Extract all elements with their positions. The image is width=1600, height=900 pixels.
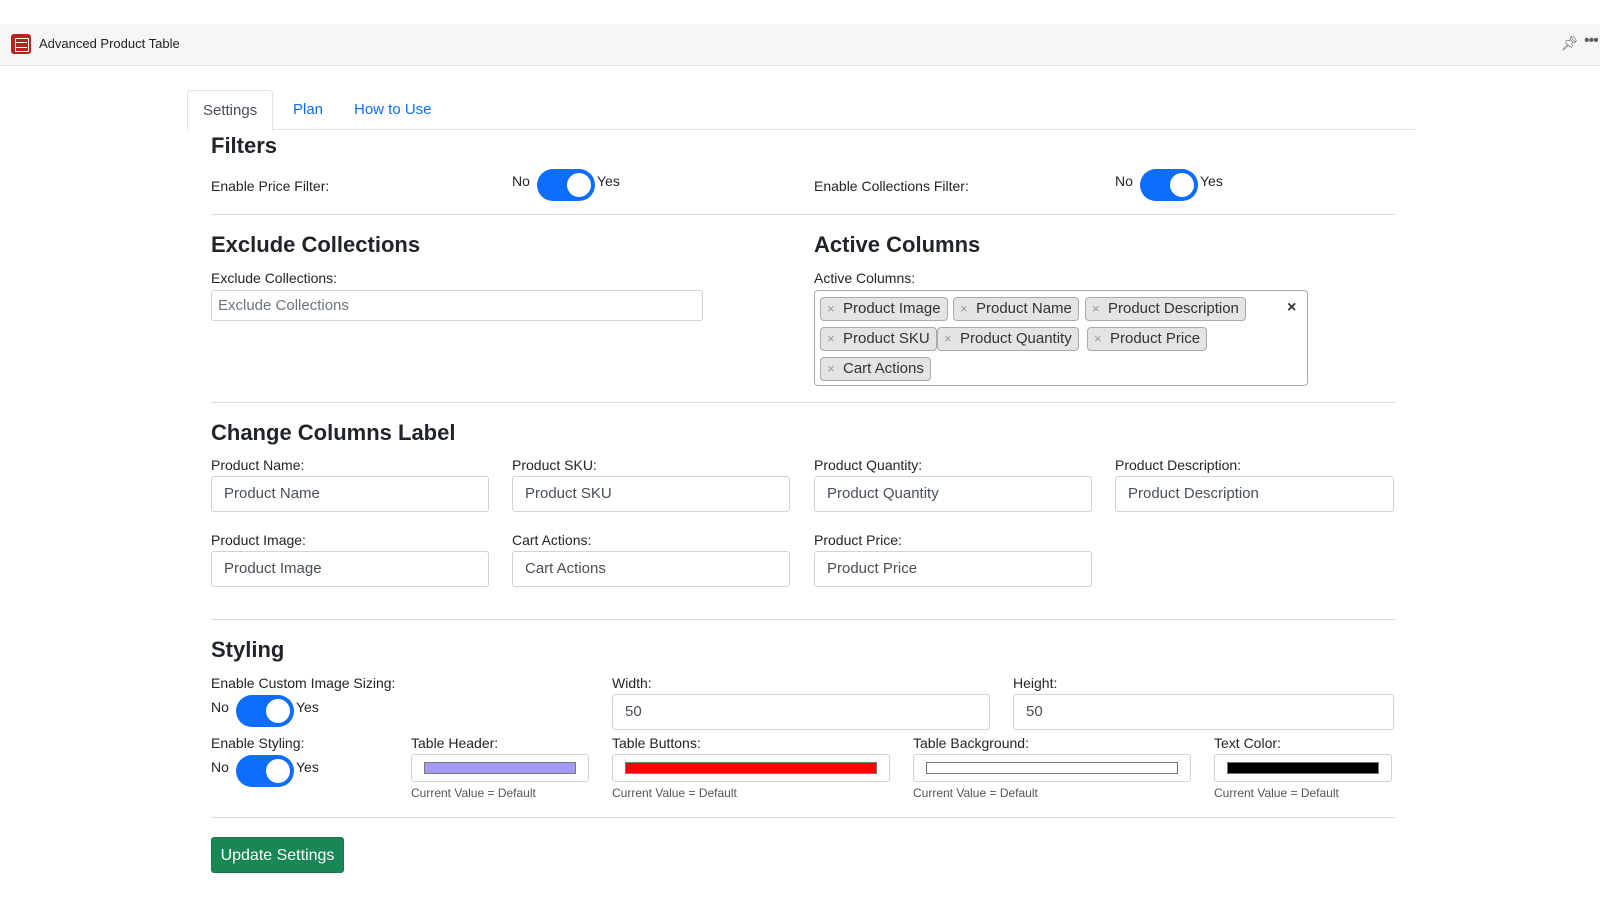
- active-columns-select[interactable]: × Product Image × Product Name × Product…: [814, 290, 1308, 386]
- table-background-color-label: Table Background:: [913, 735, 1029, 751]
- toggle-no-label: No: [512, 173, 530, 189]
- toggle-yes-label: Yes: [296, 699, 319, 715]
- text-color-label: Text Color:: [1214, 735, 1281, 751]
- column-tag-product-sku[interactable]: × Product SKU: [820, 327, 937, 351]
- price-filter-label: Enable Price Filter:: [211, 178, 330, 194]
- product-quantity-input[interactable]: Product Quantity: [814, 476, 1092, 512]
- product-price-input[interactable]: Product Price: [814, 551, 1092, 587]
- remove-tag-icon[interactable]: ×: [827, 298, 835, 320]
- table-buttons-color-label: Table Buttons:: [612, 735, 701, 751]
- product-price-label: Product Price:: [814, 532, 902, 548]
- column-tag-product-quantity[interactable]: × Product Quantity: [937, 327, 1079, 351]
- remove-tag-icon[interactable]: ×: [1092, 298, 1100, 320]
- current-value-note: Current Value = Default: [1214, 786, 1339, 800]
- filters-heading: Filters: [211, 133, 278, 158]
- cart-actions-input[interactable]: Cart Actions: [512, 551, 790, 587]
- app-header: Advanced Product Table 📌︎ •••: [0, 24, 1600, 66]
- enable-styling-label: Enable Styling:: [211, 735, 305, 751]
- tab-plan[interactable]: Plan: [278, 90, 338, 130]
- current-value-note: Current Value = Default: [913, 786, 1038, 800]
- active-columns-heading: Active Columns: [814, 232, 981, 257]
- enable-styling-toggle[interactable]: [236, 755, 294, 787]
- price-filter-toggle[interactable]: [537, 169, 595, 201]
- clear-all-icon[interactable]: ×: [1287, 299, 1296, 317]
- table-app-icon: [11, 34, 31, 54]
- column-tag-product-description[interactable]: × Product Description: [1085, 297, 1246, 321]
- remove-tag-icon[interactable]: ×: [944, 328, 952, 350]
- remove-tag-icon[interactable]: ×: [960, 298, 968, 320]
- image-sizing-toggle[interactable]: [236, 695, 294, 727]
- color-swatch: [926, 762, 1178, 774]
- pin-icon[interactable]: 📌︎: [1561, 35, 1579, 52]
- divider: [211, 619, 1395, 620]
- divider: [211, 402, 1395, 403]
- price-filter-toggle-group: No Yes: [512, 167, 632, 201]
- toggle-no-label: No: [211, 759, 229, 775]
- remove-tag-icon[interactable]: ×: [1094, 328, 1102, 350]
- remove-tag-icon[interactable]: ×: [827, 328, 835, 350]
- height-label: Height:: [1013, 675, 1058, 691]
- remove-tag-icon[interactable]: ×: [827, 358, 835, 380]
- toggle-no-label: No: [1115, 173, 1133, 189]
- text-color-picker[interactable]: [1214, 754, 1392, 782]
- column-tag-cart-actions[interactable]: × Cart Actions: [820, 357, 931, 381]
- exclude-collections-label: Exclude Collections:: [211, 270, 338, 286]
- toggle-yes-label: Yes: [296, 759, 319, 775]
- width-label: Width:: [612, 675, 652, 691]
- collections-filter-label: Enable Collections Filter:: [814, 178, 969, 194]
- product-description-label: Product Description:: [1115, 457, 1242, 473]
- product-image-label: Product Image:: [211, 532, 306, 548]
- height-input[interactable]: 50: [1013, 694, 1394, 730]
- tab-how-to-use[interactable]: How to Use: [339, 90, 447, 130]
- product-name-input[interactable]: Product Name: [211, 476, 489, 512]
- table-header-color-picker[interactable]: [411, 754, 589, 782]
- current-value-note: Current Value = Default: [411, 786, 536, 800]
- app-title: Advanced Product Table: [39, 36, 180, 51]
- active-columns-label: Active Columns:: [814, 270, 916, 286]
- product-image-input[interactable]: Product Image: [211, 551, 489, 587]
- divider: [211, 817, 1395, 818]
- color-swatch: [625, 762, 877, 774]
- column-tag-product-name[interactable]: × Product Name: [953, 297, 1079, 321]
- collections-filter-toggle-group: No Yes: [1115, 167, 1235, 201]
- current-value-note: Current Value = Default: [612, 786, 737, 800]
- tab-bar: Settings Plan How to Use: [187, 90, 1415, 131]
- table-header-color-label: Table Header:: [411, 735, 499, 751]
- toggle-no-label: No: [211, 699, 229, 715]
- toggle-yes-label: Yes: [1200, 173, 1223, 189]
- tab-settings[interactable]: Settings: [187, 90, 274, 131]
- more-options-icon[interactable]: •••: [1584, 32, 1599, 50]
- enable-styling-toggle-group: No Yes: [211, 753, 331, 787]
- image-sizing-label: Enable Custom Image Sizing:: [211, 675, 396, 691]
- update-settings-button[interactable]: Update Settings: [211, 837, 344, 873]
- product-sku-label: Product SKU:: [512, 457, 597, 473]
- divider: [211, 214, 1395, 215]
- product-sku-input[interactable]: Product SKU: [512, 476, 790, 512]
- image-sizing-toggle-group: No Yes: [211, 693, 331, 727]
- product-description-input[interactable]: Product Description: [1115, 476, 1394, 512]
- width-input[interactable]: 50: [612, 694, 990, 730]
- cart-actions-label: Cart Actions:: [512, 532, 592, 548]
- color-swatch: [1227, 762, 1379, 774]
- column-tag-product-image[interactable]: × Product Image: [820, 297, 948, 321]
- styling-heading: Styling: [211, 637, 285, 662]
- change-columns-label-heading: Change Columns Label: [211, 420, 456, 445]
- product-quantity-label: Product Quantity:: [814, 457, 923, 473]
- exclude-collections-heading: Exclude Collections: [211, 232, 421, 257]
- color-swatch: [424, 762, 576, 774]
- table-buttons-color-picker[interactable]: [612, 754, 890, 782]
- exclude-collections-input[interactable]: Exclude Collections: [211, 290, 703, 321]
- collections-filter-toggle[interactable]: [1140, 169, 1198, 201]
- table-background-color-picker[interactable]: [913, 754, 1191, 782]
- column-tag-product-price[interactable]: × Product Price: [1087, 327, 1208, 351]
- product-name-label: Product Name:: [211, 457, 305, 473]
- toggle-yes-label: Yes: [597, 173, 620, 189]
